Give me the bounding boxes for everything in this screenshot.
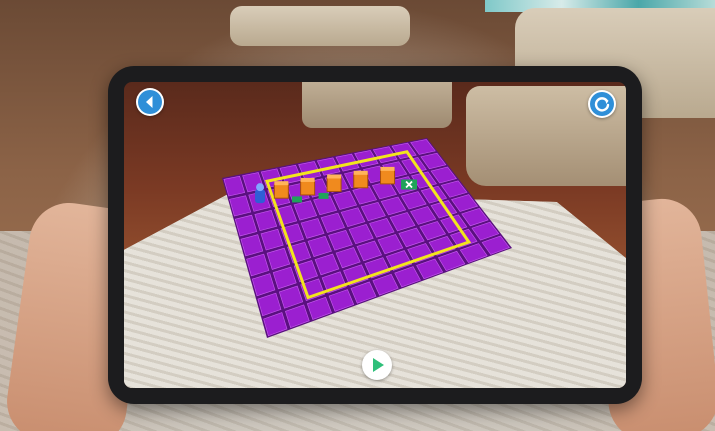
game-board[interactable]	[212, 138, 512, 338]
command-block[interactable]	[380, 166, 396, 185]
command-block[interactable]	[353, 170, 369, 189]
refresh-icon	[590, 92, 614, 116]
path-marker	[292, 196, 303, 203]
ar-game-view	[124, 82, 626, 388]
robot-character[interactable]	[255, 183, 266, 204]
back-button[interactable]	[136, 88, 164, 116]
background-sofa-left	[230, 6, 410, 46]
path-marker	[318, 192, 329, 199]
ar-room-sofa-back	[302, 82, 452, 128]
play-button[interactable]	[362, 350, 392, 380]
goal-x-marker[interactable]	[401, 179, 418, 190]
command-block[interactable]	[326, 174, 342, 192]
play-icon	[364, 352, 390, 378]
command-block[interactable]	[273, 181, 289, 199]
ar-scene	[0, 0, 715, 431]
command-block[interactable]	[300, 177, 316, 196]
chevron-left-icon	[138, 90, 162, 114]
reset-button[interactable]	[588, 90, 616, 118]
